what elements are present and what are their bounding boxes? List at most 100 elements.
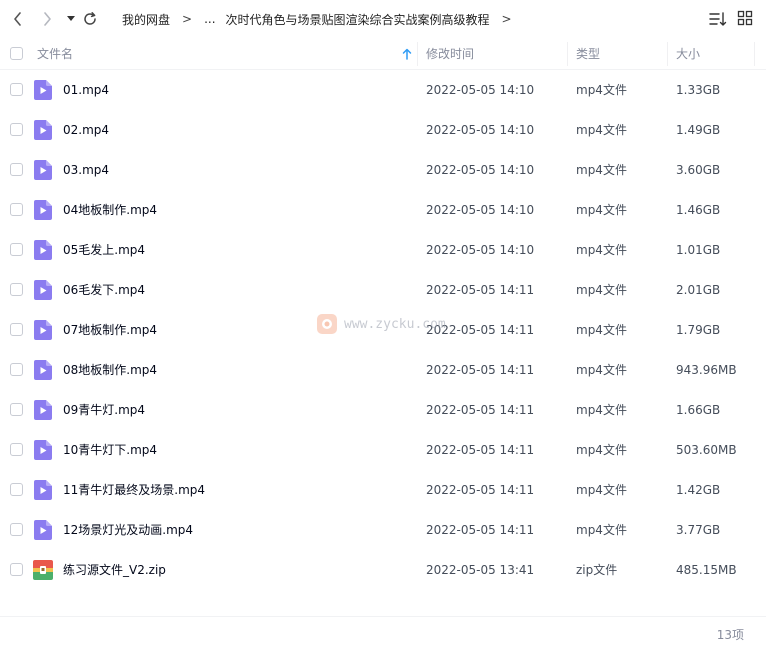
modified-time: 2022-05-05 14:11 [426, 483, 535, 497]
file-name[interactable]: 11青牛灯最终及场景.mp4 [63, 470, 205, 510]
view-toggle-button[interactable] [737, 10, 755, 28]
watermark-text: www.zycku.com [344, 316, 446, 332]
file-type: mp4文件 [576, 443, 627, 457]
chevron-left-icon [14, 12, 21, 26]
breadcrumb-current: 次时代角色与场景贴图渲染综合实战案例高级教程 [225, 12, 490, 27]
row-checkbox[interactable] [10, 123, 23, 136]
file-size: 3.60GB [676, 163, 721, 177]
up-arrow-icon[interactable] [402, 48, 412, 60]
file-name[interactable]: 08地板制作.mp4 [63, 350, 157, 390]
file-name[interactable]: 06毛发下.mp4 [63, 270, 145, 310]
header-name[interactable]: 文件名 [37, 38, 73, 70]
header-modified[interactable]: 修改时间 [426, 38, 474, 70]
file-name[interactable]: 练习源文件_V2.zip [63, 550, 166, 590]
file-name[interactable]: 05毛发上.mp4 [63, 230, 145, 270]
row-checkbox[interactable] [10, 403, 23, 416]
select-all-checkbox[interactable] [10, 47, 23, 60]
row-checkbox[interactable] [10, 483, 23, 496]
file-size: 1.42GB [676, 483, 721, 497]
table-row[interactable]: 11青牛灯最终及场景.mp4 2022-05-05 14:11 mp4文件 1.42G… [0, 470, 766, 510]
file-name[interactable]: 10青牛灯下.mp4 [63, 430, 157, 470]
file-type: mp4文件 [576, 403, 627, 417]
file-size: 503.60MB [676, 443, 737, 457]
file-size: 3.77GB [676, 523, 721, 537]
file-name[interactable]: 09青牛灯.mp4 [63, 390, 145, 430]
modified-time: 2022-05-05 14:10 [426, 83, 535, 97]
row-checkbox[interactable] [10, 363, 23, 376]
modified-time: 2022-05-05 14:10 [426, 163, 535, 177]
chevron-right-icon [44, 12, 51, 26]
status-bar: 13项 [0, 616, 766, 652]
file-type: zip文件 [576, 563, 618, 577]
modified-time: 2022-05-05 14:10 [426, 123, 535, 137]
file-type: mp4文件 [576, 483, 627, 497]
breadcrumb: 我的网盘 > ... 次时代角色与场景贴图渲染综合实战案例高级教程 > [122, 0, 524, 38]
breadcrumb-ellipsis[interactable]: ... [204, 12, 215, 26]
table-row[interactable]: 01.mp4 2022-05-05 14:10 mp4文件 1.33GB [0, 70, 766, 110]
header-divider[interactable] [567, 42, 568, 66]
caret-down-icon [67, 16, 75, 21]
row-checkbox[interactable] [10, 243, 23, 256]
table-row[interactable]: 03.mp4 2022-05-05 14:10 mp4文件 3.60GB [0, 150, 766, 190]
file-type: mp4文件 [576, 243, 627, 257]
file-type: mp4文件 [576, 363, 627, 377]
row-checkbox[interactable] [10, 203, 23, 216]
back-button[interactable] [8, 9, 28, 29]
history-dropdown-button[interactable] [61, 9, 81, 29]
file-size: 1.33GB [676, 83, 721, 97]
file-name[interactable]: 02.mp4 [63, 110, 109, 150]
row-checkbox[interactable] [10, 563, 23, 576]
modified-time: 2022-05-05 14:11 [426, 443, 535, 457]
header-size[interactable]: 大小 [676, 38, 700, 70]
sort-button[interactable] [709, 10, 727, 28]
row-checkbox[interactable] [10, 323, 23, 336]
file-type: mp4文件 [576, 283, 627, 297]
file-size: 1.79GB [676, 323, 721, 337]
refresh-icon [84, 12, 96, 25]
modified-time: 2022-05-05 14:10 [426, 203, 535, 217]
row-checkbox[interactable] [10, 163, 23, 176]
refresh-button[interactable] [80, 9, 100, 29]
watermark: www.zycku.com [316, 313, 446, 335]
breadcrumb-root[interactable]: 我的网盘 [122, 11, 170, 28]
modified-time: 2022-05-05 14:11 [426, 523, 535, 537]
modified-time: 2022-05-05 14:10 [426, 243, 535, 257]
table-row[interactable]: 05毛发上.mp4 2022-05-05 14:10 mp4文件 1.01GB [0, 230, 766, 270]
row-checkbox[interactable] [10, 523, 23, 536]
file-name[interactable]: 04地板制作.mp4 [63, 190, 157, 230]
modified-time: 2022-05-05 14:11 [426, 363, 535, 377]
table-row[interactable]: 10青牛灯下.mp4 2022-05-05 14:11 mp4文件 503.60MB [0, 430, 766, 470]
forward-button[interactable] [37, 9, 57, 29]
breadcrumb-trailing-separator[interactable]: > [502, 12, 512, 26]
file-type: mp4文件 [576, 523, 627, 537]
header-divider[interactable] [667, 42, 668, 66]
file-size: 2.01GB [676, 283, 721, 297]
file-name[interactable]: 12场景灯光及动画.mp4 [63, 510, 193, 550]
file-type: mp4文件 [576, 203, 627, 217]
modified-time: 2022-05-05 14:11 [426, 403, 535, 417]
header-type[interactable]: 类型 [576, 38, 600, 70]
file-size: 1.46GB [676, 203, 721, 217]
row-checkbox[interactable] [10, 83, 23, 96]
video-file-icon [34, 480, 52, 500]
file-type: mp4文件 [576, 323, 627, 337]
table-row[interactable]: 02.mp4 2022-05-05 14:10 mp4文件 1.49GB [0, 110, 766, 150]
modified-time: 2022-05-05 14:11 [426, 283, 535, 297]
file-name[interactable]: 01.mp4 [63, 70, 109, 110]
row-checkbox[interactable] [10, 443, 23, 456]
table-row[interactable]: 09青牛灯.mp4 2022-05-05 14:11 mp4文件 1.66GB [0, 390, 766, 430]
table-row[interactable]: 练习源文件_V2.zip 2022-05-05 13:41 zip文件 485.15M… [0, 550, 766, 590]
table-row[interactable]: 08地板制作.mp4 2022-05-05 14:11 mp4文件 943.96MB [0, 350, 766, 390]
header-divider[interactable] [417, 42, 418, 66]
table-row[interactable]: 12场景灯光及动画.mp4 2022-05-05 14:11 mp4文件 3.77GB [0, 510, 766, 550]
video-file-icon [34, 80, 52, 100]
video-file-icon [34, 200, 52, 220]
file-name[interactable]: 03.mp4 [63, 150, 109, 190]
table-row[interactable]: 06毛发下.mp4 2022-05-05 14:11 mp4文件 2.01GB [0, 270, 766, 310]
row-checkbox[interactable] [10, 283, 23, 296]
video-file-icon [34, 240, 52, 260]
video-file-icon [34, 120, 52, 140]
header-divider[interactable] [754, 42, 755, 66]
table-row[interactable]: 04地板制作.mp4 2022-05-05 14:10 mp4文件 1.46GB [0, 190, 766, 230]
file-name[interactable]: 07地板制作.mp4 [63, 310, 157, 350]
